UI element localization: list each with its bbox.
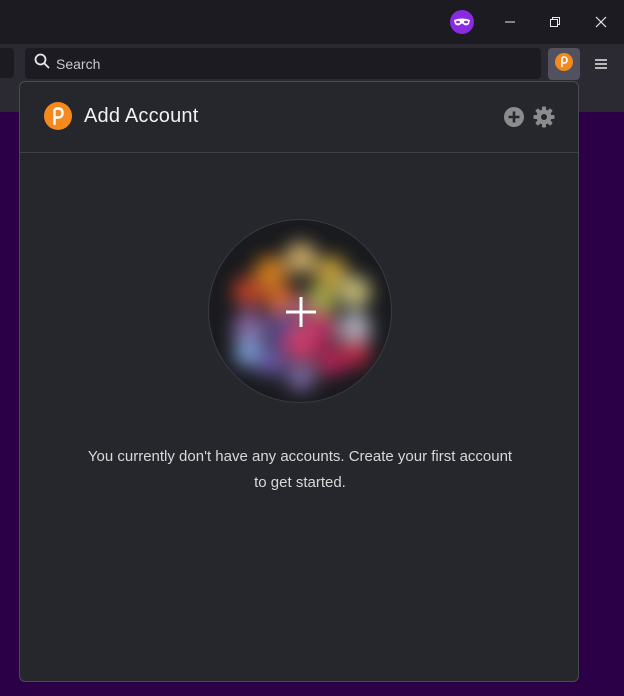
minimize-icon[interactable] <box>495 8 525 36</box>
url-bar[interactable] <box>0 48 14 78</box>
add-circle-icon[interactable] <box>503 106 525 128</box>
search-placeholder: Search <box>56 55 101 72</box>
gear-icon[interactable] <box>532 105 556 129</box>
page-title: Add Account <box>84 105 199 127</box>
popup-header: Add Account <box>20 82 578 153</box>
polkadot-extension-icon <box>555 52 573 76</box>
polkadot-logo-icon <box>44 102 72 130</box>
private-browsing-icon <box>450 10 474 34</box>
browser-titlebar <box>0 0 624 44</box>
plus-icon <box>209 220 391 402</box>
close-icon[interactable] <box>586 8 616 36</box>
empty-accounts-message: You currently don't have any accounts. C… <box>87 448 513 491</box>
search-icon <box>34 53 50 74</box>
add-account-avatar-button[interactable] <box>208 219 392 403</box>
search-input[interactable]: Search <box>25 48 541 79</box>
browser-toolbar: Search <box>0 44 624 84</box>
restore-icon[interactable] <box>540 8 570 36</box>
polkadot-extension-button[interactable] <box>548 48 580 80</box>
hamburger-menu-icon[interactable] <box>588 50 614 78</box>
extension-popup: Add Account You currently don't have any… <box>19 81 579 682</box>
